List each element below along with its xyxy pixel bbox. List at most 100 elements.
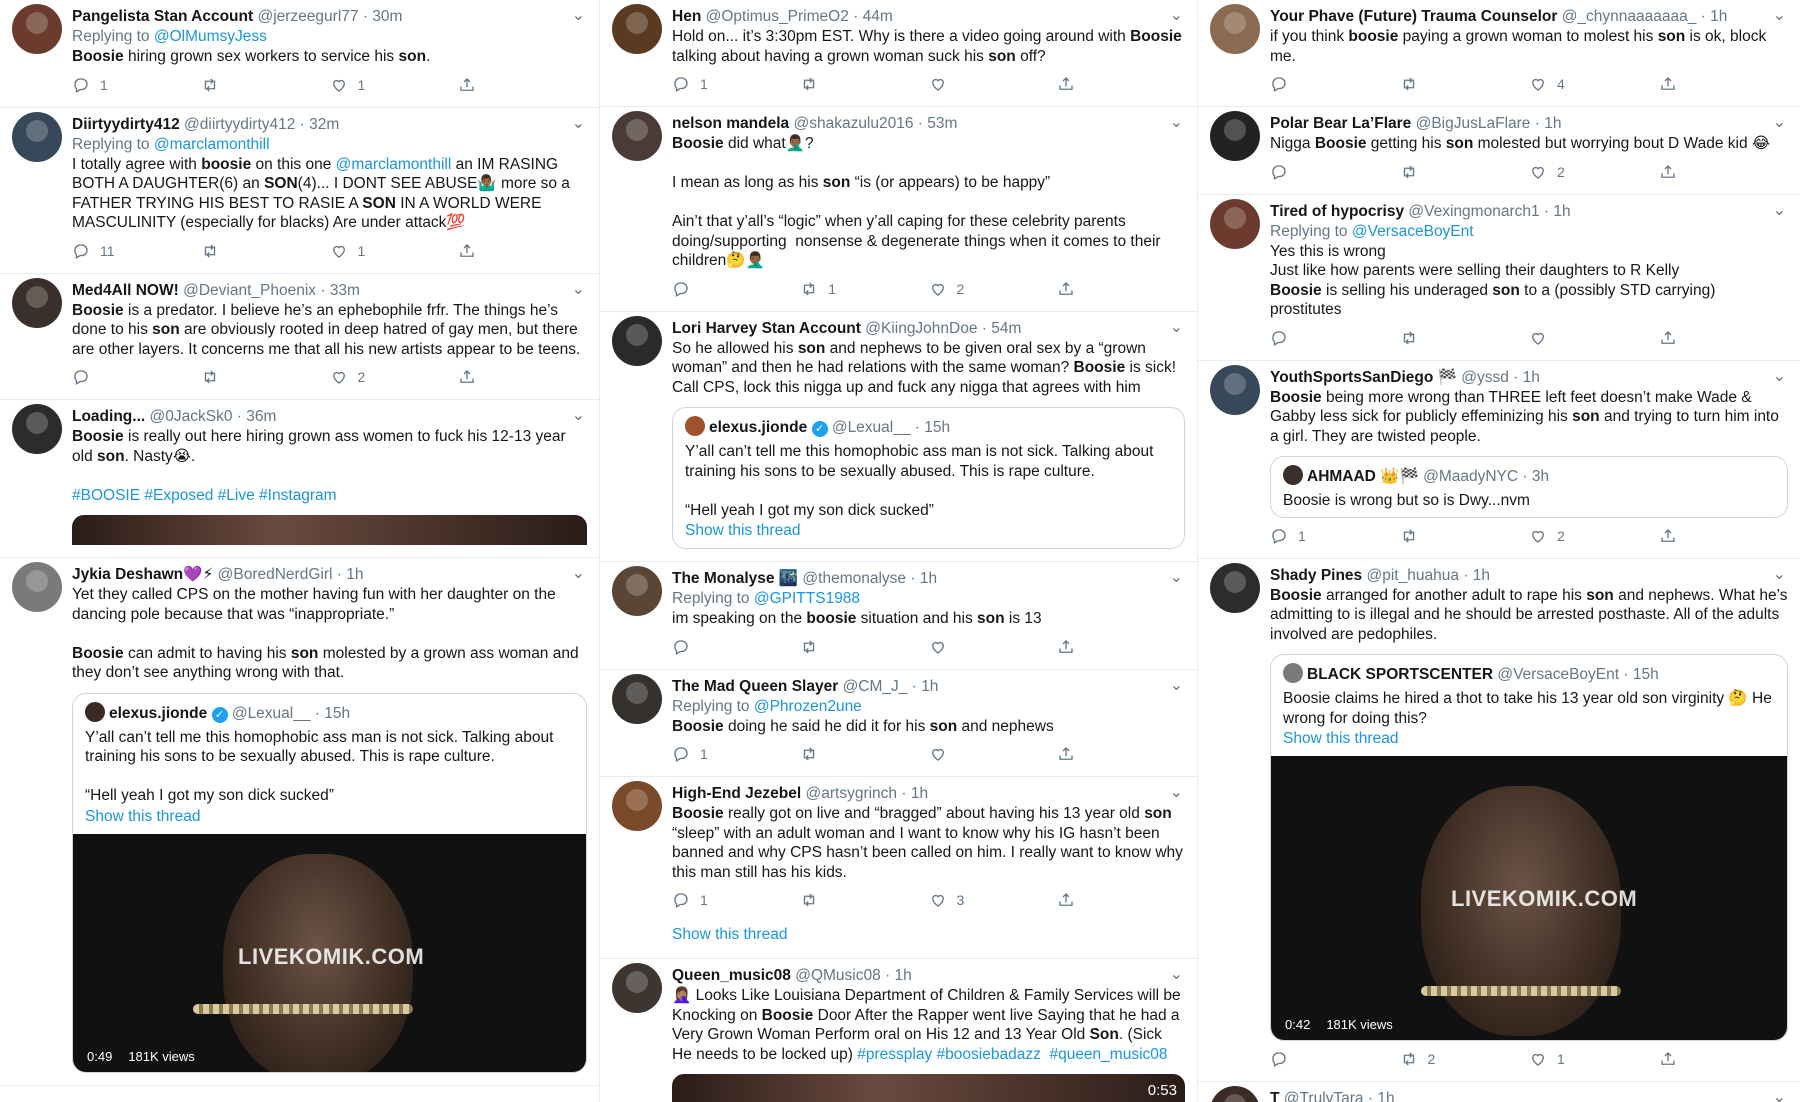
author-handle[interactable]: @BigJusLaFlare bbox=[1416, 115, 1531, 132]
reply-button[interactable] bbox=[72, 368, 201, 386]
share-button[interactable] bbox=[1659, 1050, 1789, 1068]
retweet-button[interactable] bbox=[1400, 75, 1530, 93]
tweet-time[interactable]: 53m bbox=[927, 115, 957, 132]
author-name[interactable]: Lori Harvey Stan Account bbox=[672, 320, 861, 337]
author-handle[interactable]: @QMusic08 bbox=[795, 967, 881, 984]
share-button[interactable] bbox=[1057, 75, 1185, 93]
tweet-time[interactable]: 30m bbox=[372, 8, 402, 25]
chevron-down-icon[interactable]: ⌄ bbox=[1170, 317, 1183, 337]
share-button[interactable] bbox=[1057, 638, 1185, 656]
author-name[interactable]: Queen_music08 bbox=[672, 967, 791, 984]
author-handle[interactable]: @KiingJohnDoe bbox=[865, 320, 977, 337]
avatar[interactable] bbox=[1210, 198, 1260, 249]
retweet-button[interactable] bbox=[800, 638, 928, 656]
media-preview[interactable] bbox=[72, 515, 587, 545]
chevron-down-icon[interactable]: ⌄ bbox=[572, 563, 585, 583]
author-name[interactable]: Diirtyydirty412 bbox=[72, 116, 180, 133]
retweet-button[interactable] bbox=[800, 75, 928, 93]
replying-to-link[interactable]: @Phrozen2une bbox=[754, 698, 862, 715]
tweet-time[interactable]: 1h bbox=[895, 967, 912, 984]
author-name[interactable]: Jykia Deshawn💜⚡ bbox=[72, 566, 213, 583]
author-handle[interactable]: @Vexingmonarch1 bbox=[1408, 203, 1539, 220]
avatar[interactable] bbox=[1210, 1086, 1260, 1102]
video-player[interactable]: LIVEKOMIK.COM 0:49 181K views bbox=[73, 833, 586, 1072]
author-name[interactable]: High-End Jezebel bbox=[672, 785, 801, 802]
reply-button[interactable] bbox=[1270, 75, 1400, 93]
tweet-time[interactable]: 1h bbox=[1553, 203, 1570, 220]
quoted-tweet[interactable]: elexus.jionde ✓ @Lexual__ · 15h Y’all can… bbox=[672, 407, 1185, 549]
like-button[interactable]: 1 bbox=[1529, 1050, 1659, 1068]
tweet-time[interactable]: 1h bbox=[1544, 115, 1561, 132]
replying-to-link[interactable]: @marclamonthill bbox=[154, 136, 270, 153]
share-button[interactable] bbox=[458, 242, 587, 260]
tweet[interactable]: ⌄ Your Phave (Future) Trauma Counselor @_… bbox=[1198, 0, 1800, 107]
retweet-button[interactable] bbox=[800, 891, 928, 909]
tweet[interactable]: ⌄ Med4All NOW! @Deviant_Phoenix · 33m Boos… bbox=[0, 274, 599, 400]
chevron-down-icon[interactable]: ⌄ bbox=[1170, 567, 1183, 587]
tweet[interactable]: ⌄ T @TrulyTara · 1h bbox=[1198, 1082, 1800, 1102]
reply-button[interactable] bbox=[1270, 329, 1400, 347]
chevron-down-icon[interactable]: ⌄ bbox=[572, 405, 585, 425]
retweet-button[interactable] bbox=[1400, 527, 1530, 545]
share-button[interactable] bbox=[458, 368, 587, 386]
reply-button[interactable]: 1 bbox=[672, 745, 800, 763]
chevron-down-icon[interactable]: ⌄ bbox=[572, 279, 585, 299]
reply-button[interactable] bbox=[1270, 163, 1400, 181]
tweet-time[interactable]: 1h bbox=[346, 566, 363, 583]
retweet-button[interactable] bbox=[201, 76, 330, 94]
chevron-down-icon[interactable]: ⌄ bbox=[1170, 782, 1183, 802]
author-name[interactable]: The Monalyse 🌃 bbox=[672, 570, 798, 587]
tweet-time[interactable]: 1h bbox=[1473, 567, 1490, 584]
reply-button[interactable]: 1 bbox=[672, 891, 800, 909]
author-handle[interactable]: @themonalyse bbox=[802, 570, 906, 587]
share-button[interactable] bbox=[1659, 75, 1789, 93]
tweet[interactable]: ⌄ Shady Pines @pit_huahua · 1h Boosie arra… bbox=[1198, 559, 1800, 1082]
tweet[interactable]: ⌄ The Monalyse 🌃 @themonalyse · 1h Replyin… bbox=[600, 562, 1197, 670]
avatar[interactable] bbox=[1210, 4, 1260, 54]
author-handle[interactable]: @_chynnaaaaaaa_ bbox=[1562, 8, 1697, 25]
author-name[interactable]: T bbox=[1270, 1090, 1279, 1102]
author-name[interactable]: Your Phave (Future) Trauma Counselor bbox=[1270, 8, 1557, 25]
chevron-down-icon[interactable]: ⌄ bbox=[1773, 5, 1786, 25]
reply-button[interactable] bbox=[672, 280, 800, 298]
avatar[interactable] bbox=[12, 277, 62, 328]
video-preview[interactable]: 0:53 bbox=[672, 1074, 1185, 1102]
tweet[interactable]: ⌄ Pangelista Stan Account @jerzeegurl77 ·… bbox=[0, 0, 599, 108]
tweet-time[interactable]: 1h bbox=[921, 678, 938, 695]
author-handle[interactable]: @jerzeegurl77 bbox=[257, 8, 358, 25]
author-handle[interactable]: @pit_huahua bbox=[1367, 567, 1459, 584]
share-button[interactable] bbox=[1659, 527, 1789, 545]
reply-button[interactable] bbox=[672, 638, 800, 656]
tweet[interactable]: ⌄ The Mad Queen Slayer @CM_J_ · 1h Replyin… bbox=[600, 670, 1197, 777]
retweet-button[interactable] bbox=[201, 368, 330, 386]
quoted-tweet[interactable]: elexus.jionde ✓ @Lexual__ · 15h Y’all can… bbox=[72, 692, 587, 1073]
tweet[interactable]: ⌄ YouthSportsSanDiego 🏁 @yssd · 1h Boosie … bbox=[1198, 361, 1800, 559]
replying-to-link[interactable]: @OlMumsyJess bbox=[154, 28, 267, 45]
quoted-tweet[interactable]: BLACK SPORTSCENTER @VersaceBoyEnt · 15h B… bbox=[1270, 654, 1788, 1041]
avatar[interactable] bbox=[612, 4, 662, 54]
avatar[interactable] bbox=[612, 781, 662, 831]
author-name[interactable]: Tired of hypocrisy bbox=[1270, 203, 1404, 220]
tweet-time[interactable]: 32m bbox=[309, 116, 339, 133]
avatar[interactable] bbox=[1210, 111, 1260, 161]
share-button[interactable] bbox=[458, 76, 587, 94]
tweet-time[interactable]: 1h bbox=[1523, 369, 1540, 386]
like-button[interactable]: 2 bbox=[1529, 163, 1659, 181]
tweet[interactable]: ⌄ nelson mandela @shakazulu2016 · 53m Boos… bbox=[600, 107, 1197, 312]
tweet-time[interactable]: 1h bbox=[1377, 1090, 1394, 1102]
share-button[interactable] bbox=[1057, 891, 1185, 909]
like-button[interactable] bbox=[929, 745, 1057, 763]
author-handle[interactable]: @artsygrinch bbox=[806, 785, 898, 802]
reply-button[interactable]: 1 bbox=[1270, 527, 1400, 545]
chevron-down-icon[interactable]: ⌄ bbox=[1170, 964, 1183, 984]
replying-to-link[interactable]: @VersaceBoyEnt bbox=[1352, 223, 1474, 240]
show-thread-link[interactable]: Show this thread bbox=[1283, 728, 1775, 750]
tweet[interactable]: ⌄ Hen @Optimus_PrimeO2 · 44m Hold on... it… bbox=[600, 0, 1197, 107]
author-handle[interactable]: @BoredNerdGirl bbox=[218, 566, 333, 583]
author-name[interactable]: Pangelista Stan Account bbox=[72, 8, 253, 25]
like-button[interactable]: 2 bbox=[929, 280, 1057, 298]
like-button[interactable]: 2 bbox=[330, 368, 459, 386]
chevron-down-icon[interactable]: ⌄ bbox=[1773, 112, 1786, 132]
tweet[interactable]: ⌄ High-End Jezebel @artsygrinch · 1h Boosi… bbox=[600, 777, 1197, 959]
reply-button[interactable]: 11 bbox=[72, 242, 201, 260]
